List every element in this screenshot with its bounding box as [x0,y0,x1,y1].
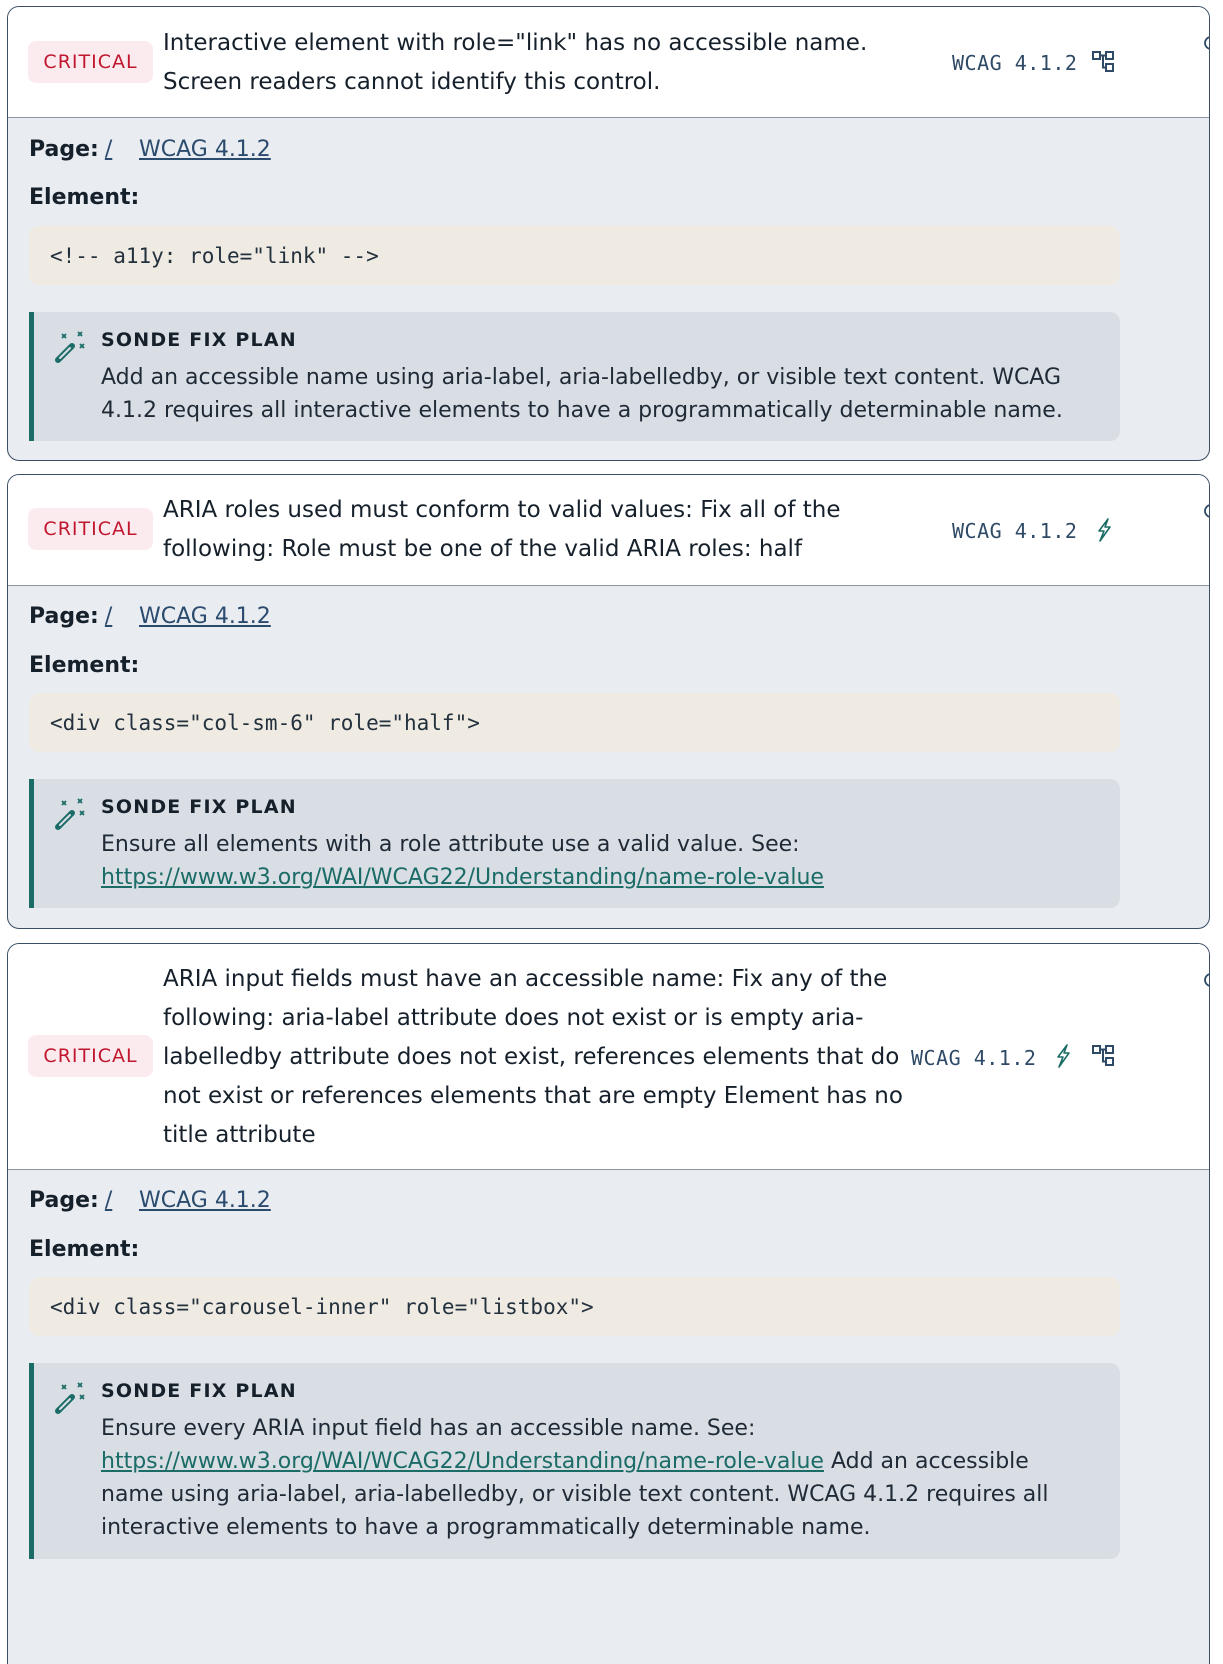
issue-summary: ARIA input fields must have an accessibl… [163,966,903,1148]
fix-plan-title: SONDE FIX PLAN [101,1380,297,1402]
issue-header[interactable]: CRITICAL ARIA roles used must conform to… [8,475,1209,586]
issue-card: CRITICAL ARIA input fields must have an … [7,943,1210,1664]
fix-plan: SONDE FIX PLAN Add an accessible name us… [29,312,1120,441]
fix-plan: SONDE FIX PLAN Ensure all elements with … [29,779,1120,908]
tree-icon[interactable] [1091,1043,1117,1069]
wcag-criterion-tag: WCAG 4.1.2 [911,1046,1037,1070]
issue-header[interactable]: CRITICAL ARIA input fields must have an … [8,944,1209,1170]
issue-summary: ARIA roles used must conform to valid va… [163,497,841,562]
fix-plan-text: Ensure every ARIA input field has an acc… [101,1412,1091,1544]
external-link-icon[interactable] [1202,34,1210,52]
severity-badge: CRITICAL [28,508,153,550]
element-code: <!-- a11y: role="link" --> [29,226,1120,285]
fix-plan: SONDE FIX PLAN Ensure every ARIA input f… [29,1363,1120,1559]
bolt-icon[interactable] [1050,1043,1076,1069]
issue-list: CRITICAL Interactive element with role="… [0,0,1223,1664]
fix-plan-title: SONDE FIX PLAN [101,796,297,818]
wcag-criterion-tag: WCAG 4.1.2 [952,519,1078,543]
magic-wand-icon [55,331,85,363]
element-label: Element: [29,653,140,678]
page-link[interactable]: / [105,137,112,162]
tree-icon[interactable] [1091,49,1117,75]
page-label: Page: [29,1188,99,1213]
page-row: Page: / [29,137,112,162]
fix-plan-description: Ensure every ARIA input field has an acc… [101,1416,756,1441]
issue-summary: Interactive element with role="link" has… [163,30,868,95]
page-row: Page: / [29,604,112,629]
fix-plan-text: Ensure all elements with a role attribut… [101,828,1091,894]
magic-wand-icon [55,798,85,830]
external-link-icon[interactable] [1202,971,1210,989]
bolt-icon[interactable] [1091,517,1117,543]
issue-card: CRITICAL Interactive element with role="… [7,6,1210,461]
page-link[interactable]: / [105,1188,112,1213]
fix-plan-link[interactable]: https://www.w3.org/WAI/WCAG22/Understand… [101,865,824,890]
element-code: <div class="col-sm-6" role="half"> [29,693,1120,752]
element-code: <div class="carousel-inner" role="listbo… [29,1277,1120,1336]
wcag-criterion-tag: WCAG 4.1.2 [952,51,1078,75]
fix-plan-description: Ensure all elements with a role attribut… [101,832,800,857]
external-link-icon[interactable] [1202,502,1210,520]
severity-badge: CRITICAL [28,1035,153,1077]
fix-plan-description: Add an accessible name using aria-label,… [101,365,1063,423]
page-link[interactable]: / [105,604,112,629]
magic-wand-icon [55,1382,85,1414]
severity-badge: CRITICAL [28,41,153,83]
page-label: Page: [29,137,99,162]
page-label: Page: [29,604,99,629]
fix-plan-title: SONDE FIX PLAN [101,329,297,351]
wcag-link[interactable]: WCAG 4.1.2 [139,604,271,629]
element-label: Element: [29,185,140,210]
page-row: Page: / [29,1188,112,1213]
issue-header[interactable]: CRITICAL Interactive element with role="… [8,7,1209,118]
wcag-link[interactable]: WCAG 4.1.2 [139,137,271,162]
fix-plan-link[interactable]: https://www.w3.org/WAI/WCAG22/Understand… [101,1449,824,1474]
issue-card: CRITICAL ARIA roles used must conform to… [7,474,1210,929]
element-label: Element: [29,1237,140,1262]
wcag-link[interactable]: WCAG 4.1.2 [139,1188,271,1213]
fix-plan-text: Add an accessible name using aria-label,… [101,361,1091,427]
